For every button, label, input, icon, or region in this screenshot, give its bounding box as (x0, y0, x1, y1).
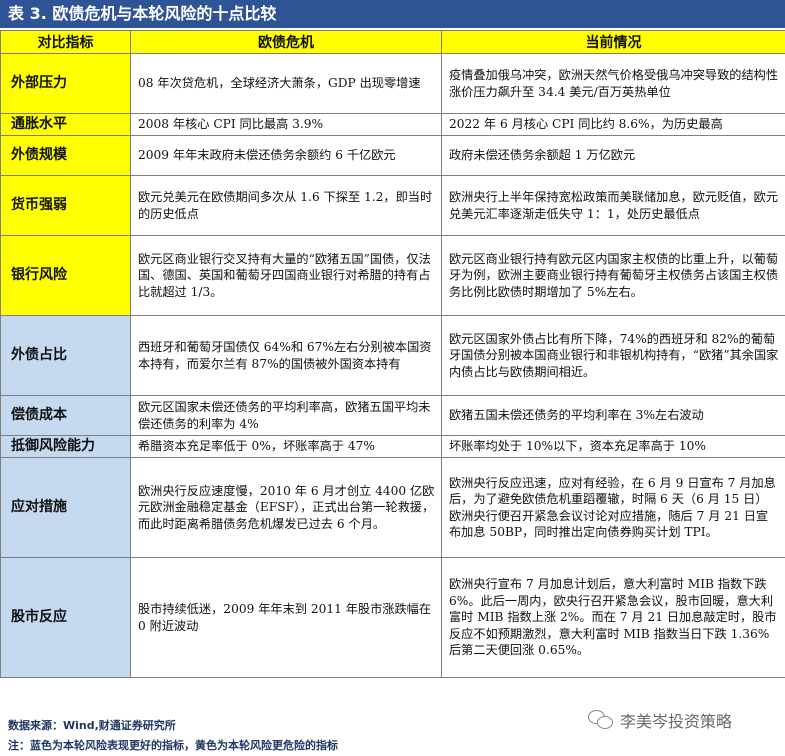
table-row: 抵御风险能力 希腊资本充足率低于 0%，坏账率高于 47% 坏账率均处于 10%… (0, 435, 785, 458)
wechat-icon (588, 710, 614, 730)
row-label: 偿债成本 (0, 395, 131, 436)
current-cell: 欧洲央行反应迅速，应对有经验，在 6 月 9 日宣布 7 月加息后，为了避免欧债… (441, 457, 785, 558)
euro-crisis-cell: 西班牙和葡萄牙国债仅 64%和 67%左右分别被本国资本持有，而爱尔兰有 87%… (130, 315, 442, 396)
table-header-row: 对比指标 欧债危机 当前情况 (0, 30, 785, 54)
table-row: 偿债成本 欧元区国家未偿还债务的平均利率高，欧猪五国平均未偿还债务的利率为 4%… (0, 395, 785, 436)
euro-crisis-cell: 欧洲央行反应速度慢，2010 年 6 月才创立 4400 亿欧元欧洲金融稳定基金… (130, 457, 442, 558)
current-cell: 欧元区国家外债占比有所下降，74%的西班牙和 82%的葡萄牙国债分别被本国商业银… (441, 315, 785, 396)
header-current: 当前情况 (441, 30, 785, 54)
table-title: 表 3. 欧债危机与本轮风险的十点比较 (0, 0, 785, 28)
table-row: 通胀水平 2008 年核心 CPI 同比最高 3.9% 2022 年 6 月核心… (0, 113, 785, 136)
current-cell: 欧洲央行宣布 7 月加息计划后，意大利富时 MIB 指数下跌 6%。此后一周内，… (441, 557, 785, 678)
table-row: 外债占比 西班牙和葡萄牙国债仅 64%和 67%左右分别被本国资本持有，而爱尔兰… (0, 315, 785, 396)
watermark-text: 李美岑投资策略 (620, 712, 733, 731)
row-label: 银行风险 (0, 235, 131, 316)
row-label: 应对措施 (0, 457, 131, 558)
current-cell: 疫情叠加俄乌冲突，欧洲天然气价格受俄乌冲突导致的结构性涨价压力飙升至 34.4 … (441, 53, 785, 114)
euro-crisis-cell: 欧元区国家未偿还债务的平均利率高，欧猪五国平均未偿还债务的利率为 4% (130, 395, 442, 436)
euro-crisis-cell: 08 年次贷危机，全球经济大萧条，GDP 出现零增速 (130, 53, 442, 114)
header-euro-crisis: 欧债危机 (130, 30, 442, 54)
table-row: 应对措施 欧洲央行反应速度慢，2010 年 6 月才创立 4400 亿欧元欧洲金… (0, 457, 785, 558)
euro-crisis-cell: 希腊资本充足率低于 0%，坏账率高于 47% (130, 435, 442, 458)
current-cell: 政府未偿还债务余额超 1 万亿欧元 (441, 135, 785, 176)
euro-crisis-cell: 2008 年核心 CPI 同比最高 3.9% (130, 113, 442, 136)
euro-crisis-cell: 欧元区商业银行交叉持有大量的“欧猪五国”国债，仅法国、德国、英国和葡萄牙四国商业… (130, 235, 442, 316)
header-indicator: 对比指标 (0, 30, 131, 54)
table-row: 股市反应 股市持续低迷，2009 年年末到 2011 年股市涨跌幅在 0 附近波… (0, 557, 785, 678)
watermark: 李美岑投资策略 (588, 708, 732, 732)
current-cell: 欧猪五国未偿还债务的平均利率在 3%左右波动 (441, 395, 785, 436)
data-source: 数据来源：Wind,财通证券研究所 (8, 719, 176, 732)
euro-crisis-cell: 欧元兑美元在欧债期间多次从 1.6 下探至 1.2，即当时的历史低点 (130, 175, 442, 236)
table-row: 外债规模 2009 年年末政府未偿还债务余额约 6 千亿欧元 政府未偿还债务余额… (0, 135, 785, 176)
row-label: 外债占比 (0, 315, 131, 396)
color-note: 注：蓝色为本轮风险表现更好的指标，黄色为本轮风险更危险的指标 (8, 739, 338, 752)
euro-crisis-cell: 2009 年年末政府未偿还债务余额约 6 千亿欧元 (130, 135, 442, 176)
current-cell: 坏账率均处于 10%以下，资本充足率高于 10% (441, 435, 785, 458)
current-cell: 欧元区商业银行持有欧元区内国家主权债的比重上升，以葡萄牙为例，欧洲主要商业银行持… (441, 235, 785, 316)
euro-crisis-cell: 股市持续低迷，2009 年年末到 2011 年股市涨跌幅在 0 附近波动 (130, 557, 442, 678)
row-label: 外债规模 (0, 135, 131, 176)
current-cell: 欧洲央行上半年保持宽松政策而美联储加息，欧元贬值，欧元兑美元汇率逐渐走低失守 1… (441, 175, 785, 236)
row-label: 外部压力 (0, 53, 131, 114)
current-cell: 2022 年 6 月核心 CPI 同比约 8.6%，为历史最高 (441, 113, 785, 136)
row-label: 抵御风险能力 (0, 435, 131, 458)
comparison-table: 对比指标 欧债危机 当前情况 外部压力 08 年次贷危机，全球经济大萧条，GDP… (0, 30, 785, 678)
table-row: 货币强弱 欧元兑美元在欧债期间多次从 1.6 下探至 1.2，即当时的历史低点 … (0, 175, 785, 236)
row-label: 货币强弱 (0, 175, 131, 236)
table-row: 银行风险 欧元区商业银行交叉持有大量的“欧猪五国”国债，仅法国、德国、英国和葡萄… (0, 235, 785, 316)
row-label: 通胀水平 (0, 113, 131, 136)
row-label: 股市反应 (0, 557, 131, 678)
table-row: 外部压力 08 年次贷危机，全球经济大萧条，GDP 出现零增速 疫情叠加俄乌冲突… (0, 53, 785, 114)
